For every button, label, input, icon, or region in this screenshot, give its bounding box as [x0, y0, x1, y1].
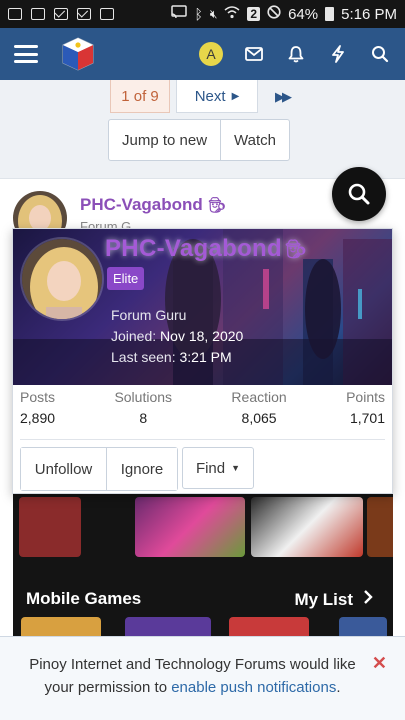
gmail-icon-2 — [77, 8, 91, 20]
stat-points[interactable]: Points 1,701 — [346, 389, 385, 426]
follow-ignore-group: Unfollow Ignore — [20, 447, 178, 491]
elite-badge: Elite — [107, 267, 145, 290]
chevron-right-icon — [363, 589, 373, 610]
page-indicator[interactable]: 1 of 9 — [110, 80, 170, 113]
notification-icons — [8, 8, 114, 20]
unfollow-button[interactable]: Unfollow — [21, 448, 106, 490]
find-dropdown-button[interactable]: Find ▼ — [182, 447, 254, 489]
last-seen-value: 3:21 PM — [179, 349, 232, 365]
media-tile-demon-slayer — [19, 497, 81, 557]
embedded-media-image: Mobile Games My List — [13, 491, 393, 641]
member-info: Forum Guru Joined: Nov 18, 2020 Last see… — [111, 305, 243, 368]
joined-row: Joined: Nov 18, 2020 — [111, 326, 243, 347]
caret-down-icon: ▼ — [231, 463, 241, 473]
gmail-icon — [54, 8, 68, 20]
image-notification-icon — [100, 8, 114, 20]
profile-banner: PHC-Vagabond 🕵︎ Elite Forum Guru Joined:… — [13, 229, 392, 385]
photo-notification-icon — [31, 8, 45, 20]
battery-percent: 64% — [288, 5, 319, 23]
envelope-icon[interactable] — [243, 43, 265, 65]
site-logo[interactable] — [60, 36, 96, 72]
card-avatar[interactable] — [20, 237, 104, 321]
dnd-icon — [267, 5, 281, 23]
bell-icon[interactable] — [285, 43, 307, 65]
card-username[interactable]: PHC-Vagabond 🕵︎ — [105, 235, 307, 263]
menu-icon[interactable] — [14, 45, 38, 63]
media-tile-record-of-ragnarok — [135, 497, 245, 557]
last-page-icon[interactable]: ▶▶ — [264, 80, 300, 113]
stat-reaction[interactable]: Reaction 8,065 — [231, 389, 286, 426]
notice-text: Pinoy Internet and Technology Forums wou… — [29, 656, 356, 696]
push-notification-notice: Pinoy Internet and Technology Forums wou… — [0, 636, 405, 720]
thread-button-group: Jump to new Watch — [108, 119, 290, 161]
ignore-button[interactable]: Ignore — [106, 448, 177, 490]
post-username[interactable]: PHC-Vagabond 🕵︎ — [80, 195, 227, 215]
next-label: Next — [194, 87, 226, 105]
divider — [20, 439, 385, 440]
robber-icon: 🕵︎ — [283, 238, 308, 259]
next-page-button[interactable]: Next ▶ — [176, 80, 258, 113]
watch-button[interactable]: Watch — [220, 120, 289, 160]
stat-solutions[interactable]: Solutions 8 — [114, 389, 172, 426]
bluetooth-icon: ᛒ — [194, 6, 203, 22]
robber-icon: 🕵︎ — [207, 197, 227, 214]
battery-icon — [325, 7, 335, 21]
user-avatar[interactable]: A — [199, 42, 223, 66]
lightning-icon[interactable] — [327, 43, 349, 65]
app-header: A — [0, 28, 405, 80]
member-tooltip-card: PHC-Vagabond 🕵︎ Elite Forum Guru Joined:… — [12, 228, 393, 494]
stat-posts[interactable]: Posts 2,890 — [20, 389, 55, 426]
mobile-games-title: Mobile Games — [26, 589, 142, 608]
media-tile-new-episode — [251, 497, 363, 557]
search-icon[interactable] — [369, 43, 391, 65]
app-notification-icon — [8, 8, 22, 20]
my-list-link: My List — [294, 589, 373, 610]
member-stats: Posts 2,890 Solutions 8 Reaction 8,065 P… — [13, 389, 392, 426]
caret-right-icon: ▶ — [231, 90, 240, 102]
member-actions: Unfollow Ignore Find ▼ — [20, 447, 254, 491]
media-tile-extra — [367, 497, 393, 557]
status-bar: ᛒ 🔇︎ 2 64% 5:16 PM — [0, 0, 405, 28]
jump-to-new-button[interactable]: Jump to new — [109, 120, 220, 160]
joined-label: Joined: — [111, 328, 157, 344]
clock: 5:16 PM — [341, 5, 397, 23]
close-icon[interactable]: ✕ — [372, 653, 387, 674]
last-seen-label: Last seen: — [111, 349, 176, 365]
wifi-icon — [224, 5, 240, 23]
mute-icon: 🔇︎ — [209, 6, 218, 21]
floating-search-button[interactable] — [332, 167, 386, 221]
cast-icon — [171, 5, 188, 23]
pagination: 1 of 9 Next ▶ ▶▶ — [110, 80, 300, 113]
sim-badge: 2 — [247, 7, 261, 21]
joined-value: Nov 18, 2020 — [160, 328, 244, 344]
enable-push-link[interactable]: enable push notifications — [171, 679, 336, 696]
member-title: Forum Guru — [111, 307, 187, 323]
last-seen-row: Last seen: 3:21 PM — [111, 347, 243, 368]
